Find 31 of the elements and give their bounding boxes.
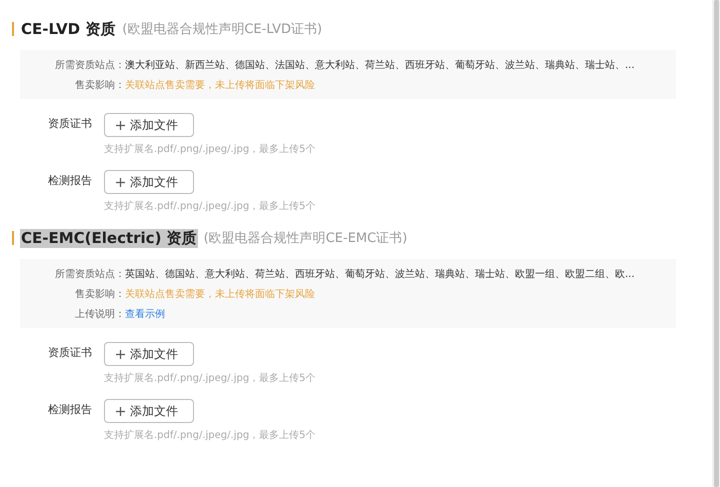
section-subtitle: (欧盟电器合规性声明CE-LVD证书): [122, 21, 322, 38]
section-subtitle: (欧盟电器合规性声明CE-EMC证书): [204, 230, 408, 247]
add-file-button[interactable]: 添加文件: [104, 342, 194, 366]
add-file-button[interactable]: 添加文件: [104, 170, 194, 194]
hint-text: 支持扩展名.pdf/.png/.jpeg/.jpg，最多上传5个: [104, 142, 317, 156]
info-value: 澳大利亚站、新西兰站、德国站、法国站、意大利站、荷兰站、西班牙站、葡萄牙站、波兰站、瑞典站、瑞士站、...: [125, 58, 635, 73]
field-label: 检测报告: [47, 173, 93, 189]
plus-icon: [115, 406, 126, 416]
section-title: CE-LVD 资质: [20, 20, 116, 38]
hint-text: 支持扩展名.pdf/.png/.jpeg/.jpg，最多上传5个: [104, 372, 317, 385]
field-label: 资质证书: [47, 345, 93, 361]
info-value: 英国站、德国站、意大利站、荷兰站、西班牙站、葡萄牙站、波兰站、瑞典站、瑞士站、欧盟一组、欧盟二组、欧...: [125, 268, 635, 282]
add-file-button[interactable]: 添加文件: [104, 399, 194, 423]
info-label: 售卖影响：: [74, 78, 125, 93]
example-link[interactable]: 查看示例: [125, 307, 165, 322]
warning-text: 关联站点售卖需要，未上传将面临下架风险: [125, 288, 315, 302]
add-file-button[interactable]: 添加文件: [104, 113, 194, 137]
info-label: 所需资质站点：: [54, 268, 125, 282]
field-label: 检测报告: [47, 402, 93, 418]
plus-icon: [115, 120, 126, 130]
field-label: 资质证书: [47, 116, 93, 132]
scrollbar[interactable]: [712, 0, 720, 487]
info-label: 上传说明：: [74, 308, 125, 322]
info-label: 售卖影响：: [74, 288, 125, 302]
plus-icon: [115, 348, 126, 360]
section-title: CE-EMC(Electric) 资质: [20, 228, 198, 248]
warning-text: 关联站点售卖需要，未上传将面临下架风险: [125, 78, 315, 93]
info-label: 所需资质站点：: [54, 58, 125, 73]
hint-text: 支持扩展名.pdf/.png/.jpeg/.jpg，最多上传5个: [104, 200, 317, 213]
plus-icon: [115, 176, 126, 188]
hint-text: 支持扩展名.pdf/.png/.jpeg/.jpg，最多上传5个: [104, 428, 317, 442]
